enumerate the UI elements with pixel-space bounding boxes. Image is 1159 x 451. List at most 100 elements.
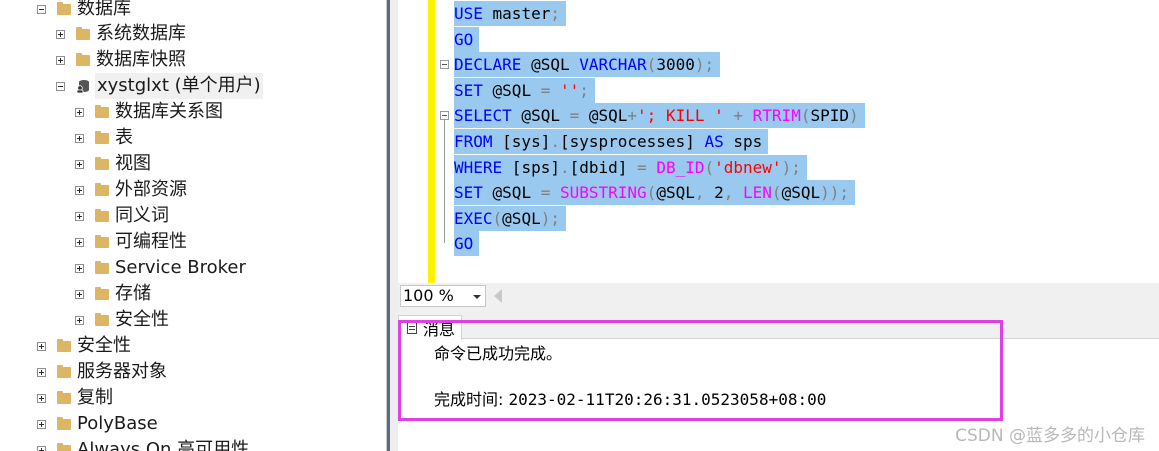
tree-node[interactable]: 表 [75,125,133,151]
tree-node[interactable]: 外部资源 [75,177,187,203]
folder-icon [95,208,109,222]
folder-icon [95,130,109,144]
tree-node[interactable]: 数据库 [37,0,131,22]
pane-splitter[interactable] [386,0,398,451]
folder-icon [95,234,109,248]
code-token: . [550,132,560,151]
tree-node[interactable]: 安全性 [75,307,169,333]
scroll-left-arrow-icon[interactable] [494,289,502,303]
code-token: ; [579,80,589,100]
expand-plus-icon[interactable] [75,315,84,325]
tree-node-label: PolyBase [77,413,158,434]
code-token: 2 [704,183,724,203]
code-token: ); [694,55,715,75]
change-tracking-bar [428,0,435,283]
code-token: SELECT [454,106,512,126]
tree-node-label: Service Broker [115,257,246,278]
code-token: DECLARE [454,55,522,75]
expand-plus-icon[interactable] [37,341,46,351]
tree-node[interactable]: Always On 高可用性 [37,437,249,451]
expand-plus-icon[interactable] [37,445,46,451]
code-token: sps [723,132,763,151]
folder-icon [95,156,109,170]
tree-node-label: 表 [115,127,133,148]
code-line[interactable]: USE master; [454,1,566,26]
expand-plus-icon[interactable] [37,419,46,429]
expand-plus-icon[interactable] [75,237,84,247]
expand-plus-icon[interactable] [37,367,46,377]
code-token: + [723,106,753,126]
expand-plus-icon[interactable] [56,29,65,39]
code-token: WHERE [454,157,503,177]
tree-node[interactable]: 数据库关系图 [75,99,223,125]
tree-node[interactable]: 同义词 [75,203,169,229]
expand-plus-icon[interactable] [75,107,84,117]
code-line[interactable]: SELECT @SQL = @SQL+'; KILL ' + RTRIM(SPI… [454,103,865,129]
code-token: [sysprocesses] [559,132,695,151]
tree-node[interactable]: Service Broker [75,255,246,281]
code-token: ); [540,208,560,228]
tree-node[interactable]: 数据库快照 [56,47,186,73]
expand-plus-icon[interactable] [75,263,84,273]
expand-plus-icon[interactable] [75,159,84,169]
collapse-minus-icon[interactable] [440,60,449,70]
tree-node[interactable]: 视图 [75,151,151,177]
code-line[interactable]: SET @SQL = ''; [454,77,595,103]
tree-node-label: 同义词 [115,205,169,226]
collapse-minus-icon[interactable] [440,111,449,121]
code-token: EXEC [454,208,493,228]
database-user-icon [76,80,89,93]
tree-node-label: 复制 [77,387,113,408]
chevron-down-icon[interactable] [473,295,481,299]
tree-node-label: 服务器对象 [77,361,167,382]
code-token: ); [781,157,801,177]
sql-editor[interactable]: USE master; GO DECLARE @SQL VARCHAR(3000);… [398,0,1159,283]
code-token: [sys] [492,132,551,151]
code-token: '' [550,80,580,100]
expand-plus-icon[interactable] [75,133,84,143]
zoom-dropdown[interactable]: 100 % [400,285,486,307]
collapse-minus-icon[interactable] [37,4,46,14]
code-token: @SQL [482,80,541,100]
folder-icon [76,52,90,66]
tree-node[interactable]: 服务器对象 [37,359,167,385]
code-token: ( [771,183,782,203]
tree-node[interactable]: 复制 [37,385,113,411]
tree-node[interactable]: 可编程性 [75,229,187,255]
expand-plus-icon[interactable] [75,211,84,221]
folder-icon [57,442,71,451]
tree-node[interactable]: 存储 [75,281,151,307]
code-line[interactable]: WHERE [sps].[dbid] = DB_ID('dbnew'); [454,154,807,180]
folder-icon [95,286,109,300]
tree-node[interactable]: PolyBase [37,411,158,437]
code-token: FROM [454,132,493,151]
code-token: @SQL [521,55,580,75]
code-token: SPID [810,106,849,126]
code-line[interactable]: DECLARE @SQL VARCHAR(3000); [454,52,721,78]
tree-node-label: 存储 [115,283,151,304]
code-token: SET [454,183,483,203]
code-line[interactable]: SET @SQL = SUBSTRING(@SQL, 2, LEN(@SQL))… [454,180,855,206]
code-line[interactable]: GO [454,231,480,257]
code-line[interactable]: EXEC(@SQL); [454,205,566,231]
outline-guide [444,120,445,244]
folder-icon [76,26,90,40]
code-token: ; [550,4,560,23]
collapse-minus-icon[interactable] [56,81,65,91]
tree-node[interactable]: 安全性 [37,333,131,359]
expand-plus-icon[interactable] [75,185,84,195]
expand-plus-icon[interactable] [75,289,84,299]
code-token: SUBSTRING [550,183,647,203]
tree-node[interactable]: 系统数据库 [56,21,186,47]
expand-plus-icon[interactable] [37,393,46,403]
expand-plus-icon[interactable] [56,55,65,65]
code-token: LEN [733,183,772,203]
folder-icon [57,364,71,378]
folder-icon [95,260,109,274]
code-token: . [559,157,570,177]
code-token: [sps] [502,157,560,177]
code-line[interactable]: FROM [sys].[sysprocesses] AS sps [454,129,769,154]
code-line[interactable]: GO [454,26,480,52]
tree-node[interactable]: xystglxt (单个用户) [56,73,263,99]
code-token: = [637,157,647,177]
